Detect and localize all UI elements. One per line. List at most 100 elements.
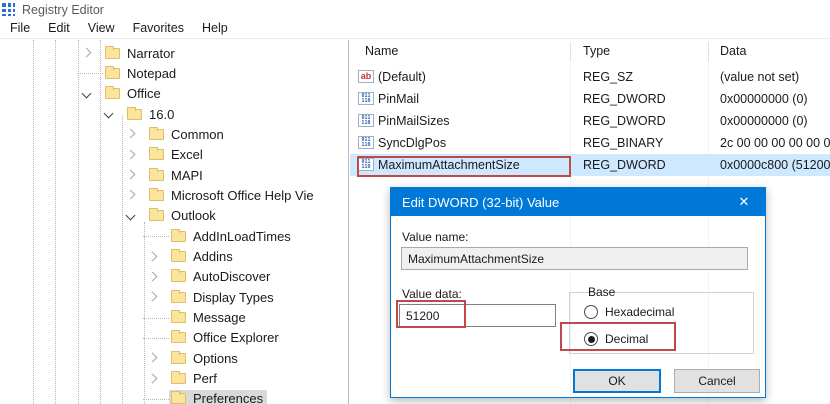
value-row-syncdlgpos[interactable]: 011110SyncDlgPosREG_BINARY2c 00 00 00 00… (350, 132, 830, 154)
folder-icon (171, 332, 186, 343)
menu-item-edit[interactable]: Edit (39, 18, 79, 38)
value-data-text: 51200 (406, 309, 439, 323)
registry-editor-icon (2, 3, 15, 16)
tree-item-label: Perf (193, 371, 217, 386)
tree-item-preferences[interactable]: Preferences (0, 389, 348, 404)
folder-icon (149, 190, 164, 201)
tree-item-common[interactable]: Common (0, 124, 348, 144)
column-header-data[interactable]: Data (720, 44, 746, 58)
tree-item-16-0[interactable]: 16.0 (0, 104, 348, 124)
binary-value-icon: 011110 (358, 158, 374, 171)
folder-icon (149, 170, 164, 181)
column-divider[interactable] (570, 42, 571, 62)
close-icon[interactable]: ✕ (723, 188, 765, 216)
menu-item-help[interactable]: Help (193, 18, 237, 38)
tree-connector-line (143, 236, 169, 237)
tree-item-perf[interactable]: Perf (0, 369, 348, 389)
folder-icon (149, 129, 164, 140)
menu-item-favorites[interactable]: Favorites (124, 18, 193, 38)
tree-item-label: 16.0 (149, 107, 174, 122)
value-row-pinmail[interactable]: 011110PinMailREG_DWORD0x00000000 (0) (350, 88, 830, 110)
chevron-right-icon[interactable] (148, 271, 158, 281)
value-name-cell: (Default) (378, 70, 426, 84)
chevron-right-icon[interactable] (126, 149, 136, 159)
dialog-titlebar[interactable]: Edit DWORD (32-bit) Value ✕ (391, 188, 765, 216)
list-header: Name Type Data (350, 40, 830, 64)
tree-item-label: Microsoft Office Help Vie (171, 188, 314, 203)
tree-item-content: AddInLoadTimes (169, 227, 295, 245)
value-type-cell: REG_SZ (583, 70, 633, 84)
tree-item-office[interactable]: Office (0, 84, 348, 104)
tree-item-addins[interactable]: Addins (0, 247, 348, 267)
tree-item-microsoft-office-help-vie[interactable]: Microsoft Office Help Vie (0, 185, 348, 205)
tree-item-label: Office Explorer (193, 330, 279, 345)
tree-item-content: Microsoft Office Help Vie (147, 186, 318, 204)
ok-button[interactable]: OK (573, 369, 661, 393)
window-titlebar: Registry Editor (0, 0, 830, 17)
chevron-down-icon[interactable] (104, 109, 114, 119)
tree-item-label: Narrator (127, 46, 175, 61)
radio-hexadecimal[interactable]: Hexadecimal (584, 305, 674, 319)
tree-item-narrator[interactable]: Narrator (0, 43, 348, 63)
chevron-right-icon[interactable] (82, 48, 92, 58)
chevron-down-icon[interactable] (126, 210, 136, 220)
tree-item-display-types[interactable]: Display Types (0, 287, 348, 307)
menu-item-file[interactable]: File (1, 18, 39, 38)
tree-item-content: Perf (169, 370, 221, 388)
value-data-cell: 0x00000000 (0) (720, 114, 808, 128)
column-header-name[interactable]: Name (365, 44, 398, 58)
tree-item-office-explorer[interactable]: Office Explorer (0, 328, 348, 348)
chevron-right-icon[interactable] (148, 292, 158, 302)
base-group-label: Base (584, 285, 619, 299)
tree-item-content: Common (147, 125, 228, 143)
chevron-right-icon[interactable] (126, 129, 136, 139)
value-name-cell: SyncDlgPos (378, 136, 446, 150)
tree-connector-line (143, 318, 169, 319)
radio-decimal[interactable]: Decimal (584, 332, 648, 346)
tree-item-mapi[interactable]: MAPI (0, 165, 348, 185)
chevron-right-icon[interactable] (148, 353, 158, 363)
folder-icon (105, 88, 120, 99)
chevron-right-icon[interactable] (126, 190, 136, 200)
chevron-right-icon[interactable] (148, 373, 158, 383)
pane-divider[interactable] (348, 40, 349, 404)
tree-item-content: Message (169, 309, 250, 327)
radio-unselected-icon (584, 305, 598, 319)
chevron-right-icon[interactable] (148, 251, 158, 261)
tree-item-message[interactable]: Message (0, 308, 348, 328)
tree-item-label: MAPI (171, 168, 203, 183)
folder-icon (171, 231, 186, 242)
value-row-maximumattachmentsize[interactable]: 011110MaximumAttachmentSizeREG_DWORD0x00… (350, 154, 830, 176)
tree-item-options[interactable]: Options (0, 348, 348, 368)
folder-icon (149, 210, 164, 221)
tree-item-label: Display Types (193, 290, 274, 305)
value-data-label: Value data: (402, 287, 462, 301)
chevron-down-icon[interactable] (82, 88, 92, 98)
column-header-type[interactable]: Type (583, 44, 610, 58)
value-type-cell: REG_DWORD (583, 114, 666, 128)
tree-item-excel[interactable]: Excel (0, 145, 348, 165)
value-row--default-[interactable]: ab(Default)REG_SZ(value not set) (350, 66, 830, 88)
radio-label: Hexadecimal (605, 305, 674, 319)
tree-item-notepad[interactable]: Notepad (0, 63, 348, 83)
folder-icon (171, 292, 186, 303)
menu-item-view[interactable]: View (79, 18, 124, 38)
tree-item-addinloadtimes[interactable]: AddInLoadTimes (0, 226, 348, 246)
binary-value-icon: 011110 (358, 114, 374, 127)
tree-connector-line (143, 399, 169, 400)
string-value-icon: ab (358, 70, 374, 83)
value-type-cell: REG_DWORD (583, 92, 666, 106)
tree-item-outlook[interactable]: Outlook (0, 206, 348, 226)
tree-item-content: Outlook (147, 207, 220, 225)
tree-item-label: Notepad (127, 66, 176, 81)
value-row-pinmailsizes[interactable]: 011110PinMailSizesREG_DWORD0x00000000 (0… (350, 110, 830, 132)
cancel-button[interactable]: Cancel (674, 369, 760, 393)
tree-connector-line (77, 73, 103, 74)
folder-icon (105, 48, 120, 59)
chevron-right-icon[interactable] (126, 170, 136, 180)
tree-item-autodiscover[interactable]: AutoDiscover (0, 267, 348, 287)
column-divider[interactable] (708, 42, 709, 62)
tree-item-label: Outlook (171, 208, 216, 223)
value-data-input[interactable]: 51200 (399, 304, 556, 327)
tree-item-content: Preferences (169, 390, 267, 404)
